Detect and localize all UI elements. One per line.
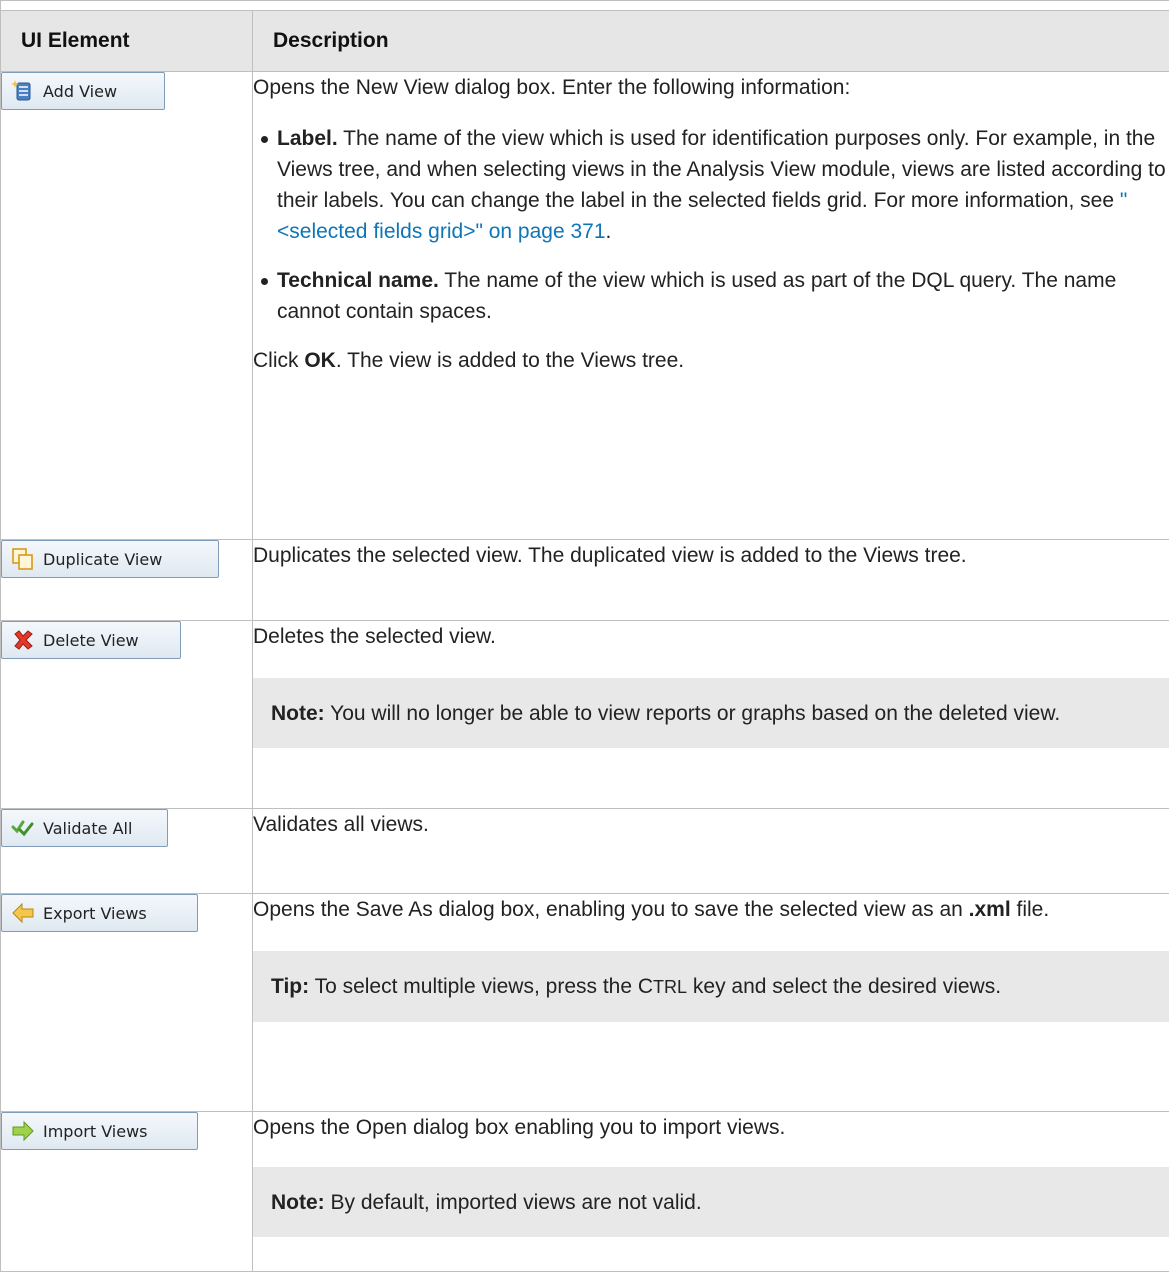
note-text: By default, imported views are not valid… <box>325 1191 702 1214</box>
table-row: Validate All Validates all views. <box>1 809 1169 894</box>
delete-x-icon <box>11 628 35 652</box>
term: Technical name. <box>277 269 439 292</box>
table-row: Duplicate View Duplicates the selected v… <box>1 540 1169 621</box>
list-item: Technical name. The name of the view whi… <box>277 265 1169 327</box>
description-cell: Deletes the selected view. Note: You wil… <box>253 621 1169 809</box>
element-cell: Duplicate View <box>1 540 253 621</box>
delete-view-label: Delete View <box>43 631 139 650</box>
duplicate-view-label: Duplicate View <box>43 550 162 569</box>
text-part: Click <box>253 349 304 372</box>
description-text: Duplicates the selected view. The duplic… <box>253 540 1169 571</box>
import-views-label: Import Views <box>43 1122 148 1141</box>
ctrl-key: CTRL <box>638 975 687 998</box>
export-views-label: Export Views <box>43 904 147 923</box>
duplicate-icon <box>11 547 35 571</box>
duplicate-view-button[interactable]: Duplicate View <box>1 540 219 578</box>
note-box: Note: By default, imported views are not… <box>253 1167 1169 1237</box>
tip-text: To select multiple views, press the <box>309 975 638 998</box>
description-text: Click OK. The view is added to the Views… <box>253 345 1169 376</box>
list-item-suffix: . <box>606 220 612 243</box>
description-cell: Validates all views. <box>253 809 1169 894</box>
ctrl-key-rest: TRL <box>653 977 687 997</box>
element-cell: Export Views <box>1 894 253 1112</box>
validate-checkmarks-icon <box>11 816 35 840</box>
table-row: Add View Opens the New View dialog box. … <box>1 72 1169 540</box>
header-ui-element: UI Element <box>1 11 253 72</box>
note-text: You will no longer be able to view repor… <box>325 702 1060 725</box>
ok-term: OK <box>304 349 336 372</box>
import-arrow-icon <box>11 1119 35 1143</box>
list-item-text: The name of the view which is used for i… <box>277 127 1166 212</box>
description-text: Opens the Open dialog box enabling you t… <box>253 1112 1169 1143</box>
tip-text: key and select the desired views. <box>687 975 1001 998</box>
add-view-label: Add View <box>43 82 117 101</box>
tip-box: Tip: To select multiple views, press the… <box>253 951 1169 1022</box>
xml-term: .xml <box>969 898 1011 921</box>
tip-label: Tip: <box>271 975 309 998</box>
note-label: Note: <box>271 702 325 725</box>
text-part: . The view is added to the Views tree. <box>336 349 684 372</box>
table-row: Export Views Opens the Save As dialog bo… <box>1 894 1169 1112</box>
note-box: Note: You will no longer be able to view… <box>253 678 1169 748</box>
header-description: Description <box>253 11 1169 72</box>
table-row: Delete View Deletes the selected view. N… <box>1 621 1169 809</box>
table-row: Import Views Opens the Open dialog box e… <box>1 1112 1169 1272</box>
description-text: Opens the Save As dialog box, enabling y… <box>253 894 1169 925</box>
ctrl-key-initial: C <box>638 975 653 998</box>
validate-all-label: Validate All <box>43 819 132 838</box>
export-arrow-icon <box>11 901 35 925</box>
text-part: file. <box>1011 898 1050 921</box>
description-cell: Opens the New View dialog box. Enter the… <box>253 72 1169 540</box>
add-view-icon <box>11 79 35 103</box>
text-part: Opens the Save As dialog box, enabling y… <box>253 898 969 921</box>
table-header-row: UI Element Description <box>1 11 1169 72</box>
description-cell: Opens the Save As dialog box, enabling y… <box>253 894 1169 1112</box>
note-label: Note: <box>271 1191 325 1214</box>
field-list: Label. The name of the view which is use… <box>253 123 1169 327</box>
validate-all-button[interactable]: Validate All <box>1 809 168 847</box>
element-cell: Add View <box>1 72 253 540</box>
description-text: Validates all views. <box>253 809 1169 840</box>
delete-view-button[interactable]: Delete View <box>1 621 181 659</box>
element-cell: Validate All <box>1 809 253 894</box>
element-cell: Import Views <box>1 1112 253 1272</box>
element-cell: Delete View <box>1 621 253 809</box>
add-view-button[interactable]: Add View <box>1 72 165 110</box>
term: Label. <box>277 127 338 150</box>
description-text: Deletes the selected view. <box>253 621 1169 652</box>
ui-elements-table: UI Element Description Add View <box>0 10 1169 1272</box>
description-cell: Duplicates the selected view. The duplic… <box>253 540 1169 621</box>
description-text: Opens the New View dialog box. Enter the… <box>253 72 1169 103</box>
import-views-button[interactable]: Import Views <box>1 1112 198 1150</box>
list-item: Label. The name of the view which is use… <box>277 123 1169 247</box>
export-views-button[interactable]: Export Views <box>1 894 198 932</box>
description-cell: Opens the Open dialog box enabling you t… <box>253 1112 1169 1272</box>
